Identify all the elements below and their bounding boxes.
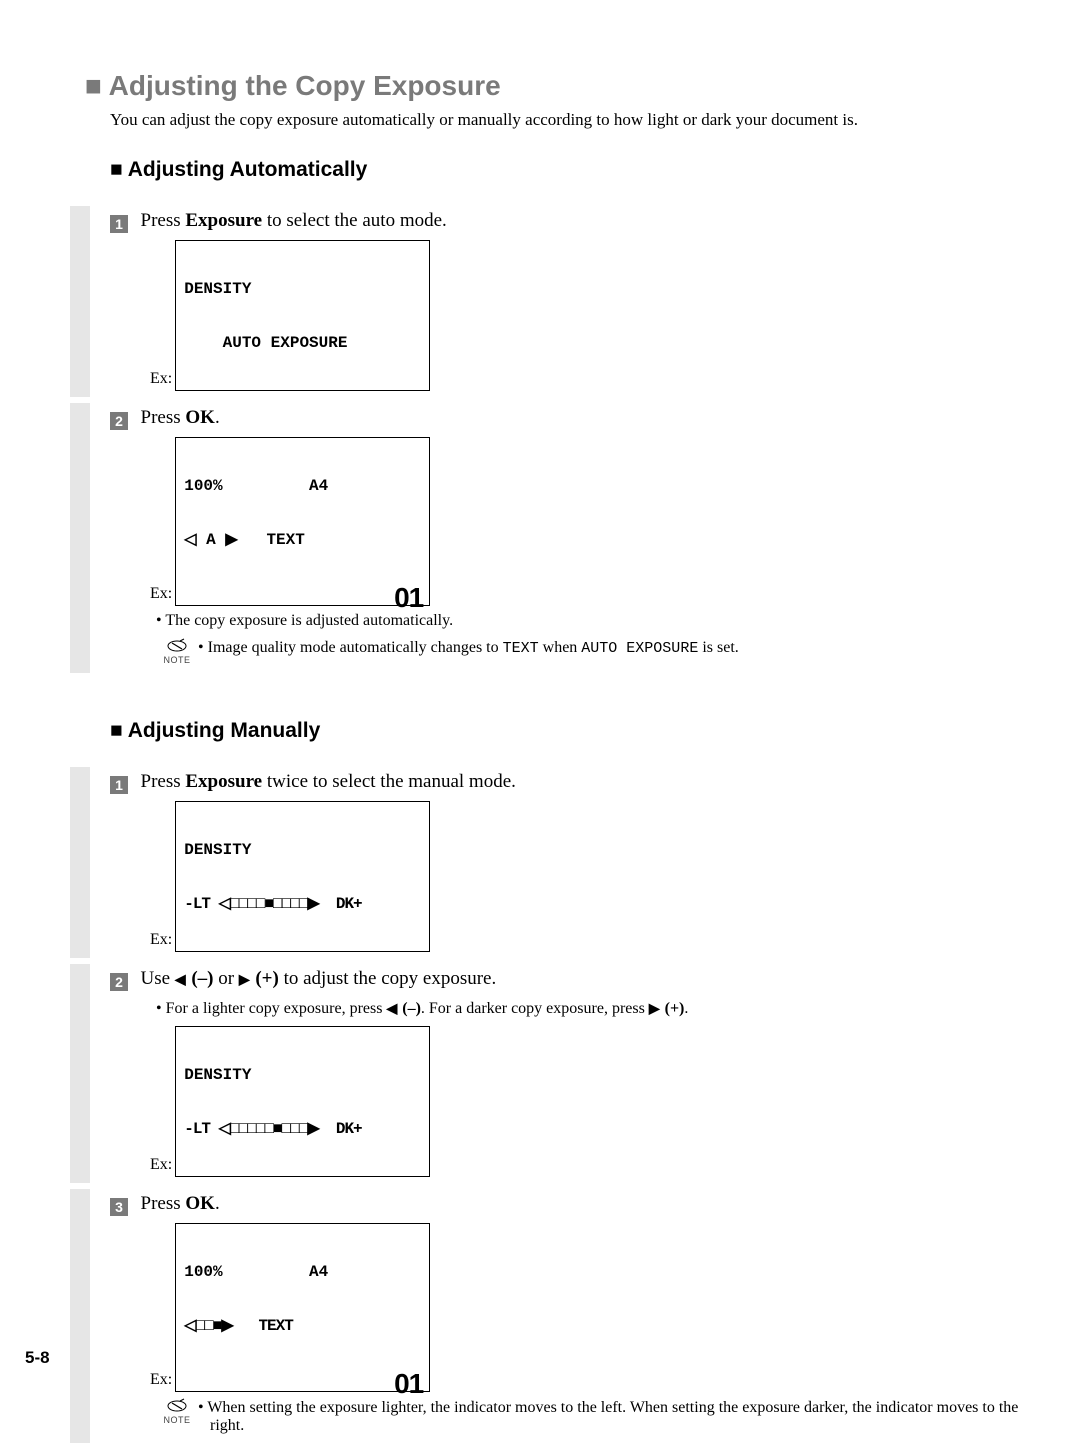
gray-sidebar	[70, 767, 90, 958]
gray-sidebar	[70, 403, 90, 673]
left-arrow-icon	[386, 1000, 398, 1017]
copy-count: 01	[394, 589, 423, 607]
step-text: Press Exposure twice to select the manua…	[141, 771, 516, 792]
step-number-icon: 1	[110, 215, 128, 233]
step-text: Press Exposure to select the auto mode.	[141, 210, 447, 231]
step-text: Press OK.	[141, 407, 220, 428]
heading-1: Adjusting the Copy Exposure	[85, 70, 1035, 102]
auto-step-1: 1 Press Exposure to select the auto mode…	[70, 206, 1035, 397]
heading-auto: Adjusting Automatically	[110, 158, 1035, 182]
intro-text: You can adjust the copy exposure automat…	[110, 110, 1035, 130]
ex-label: Ex:	[150, 585, 172, 606]
copy-count: 01	[394, 1375, 423, 1393]
page-number: 5-8	[25, 1348, 50, 1368]
step-number-icon: 2	[110, 973, 128, 991]
auto-step-2: 2 Press OK. Ex: 100% A4 ◁ A ▶ TEXT 01 Th…	[70, 403, 1035, 673]
note-text: When setting the exposure lighter, the i…	[198, 1398, 1035, 1435]
gray-sidebar	[70, 206, 90, 397]
note-icon: NOTE	[156, 1398, 198, 1425]
bullet-list: The copy exposure is adjusted automatica…	[156, 612, 1035, 630]
ex-label: Ex:	[150, 931, 172, 952]
lcd-display: DENSITY AUTO EXPOSURE	[175, 240, 430, 391]
step-number-icon: 1	[110, 776, 128, 794]
note-block: NOTE Image quality mode automatically ch…	[156, 638, 1035, 665]
note-icon: NOTE	[156, 638, 198, 665]
manual-step-1: 1 Press Exposure twice to select the man…	[70, 767, 1035, 958]
gray-sidebar	[70, 1189, 90, 1443]
gray-sidebar	[70, 964, 90, 1183]
step-text: Use (–) or (+) to adjust the copy exposu…	[141, 968, 497, 989]
right-arrow-icon	[649, 1000, 661, 1017]
manual-step-3: 3 Press OK. Ex: 100% A4 ◁□□■▶ TEXT 01 NO…	[70, 1189, 1035, 1443]
step-number-icon: 2	[110, 412, 128, 430]
note-block: NOTE When setting the exposure lighter, …	[156, 1398, 1035, 1435]
ex-label: Ex:	[150, 370, 172, 391]
step-number-icon: 3	[110, 1198, 128, 1216]
lcd-display: 100% A4 ◁ A ▶ TEXT 01	[175, 437, 430, 606]
step-text: Press OK.	[141, 1193, 220, 1214]
manual-step-2: 2 Use (–) or (+) to adjust the copy expo…	[70, 964, 1035, 1183]
bullet-list: For a lighter copy exposure, press (–). …	[156, 1000, 1035, 1018]
lcd-display: DENSITY -LT ◁□□□□■□□□□▶ DK+	[175, 801, 430, 952]
lcd-display: 100% A4 ◁□□■▶ TEXT 01	[175, 1223, 430, 1392]
lcd-display: DENSITY -LT ◁□□□□□■□□□▶ DK+	[175, 1026, 430, 1177]
ex-label: Ex:	[150, 1156, 172, 1177]
left-arrow-icon	[175, 968, 187, 989]
note-text: Image quality mode automatically changes…	[198, 638, 1035, 657]
heading-manual: Adjusting Manually	[110, 719, 1035, 743]
ex-label: Ex:	[150, 1371, 172, 1392]
right-arrow-icon	[239, 968, 251, 989]
